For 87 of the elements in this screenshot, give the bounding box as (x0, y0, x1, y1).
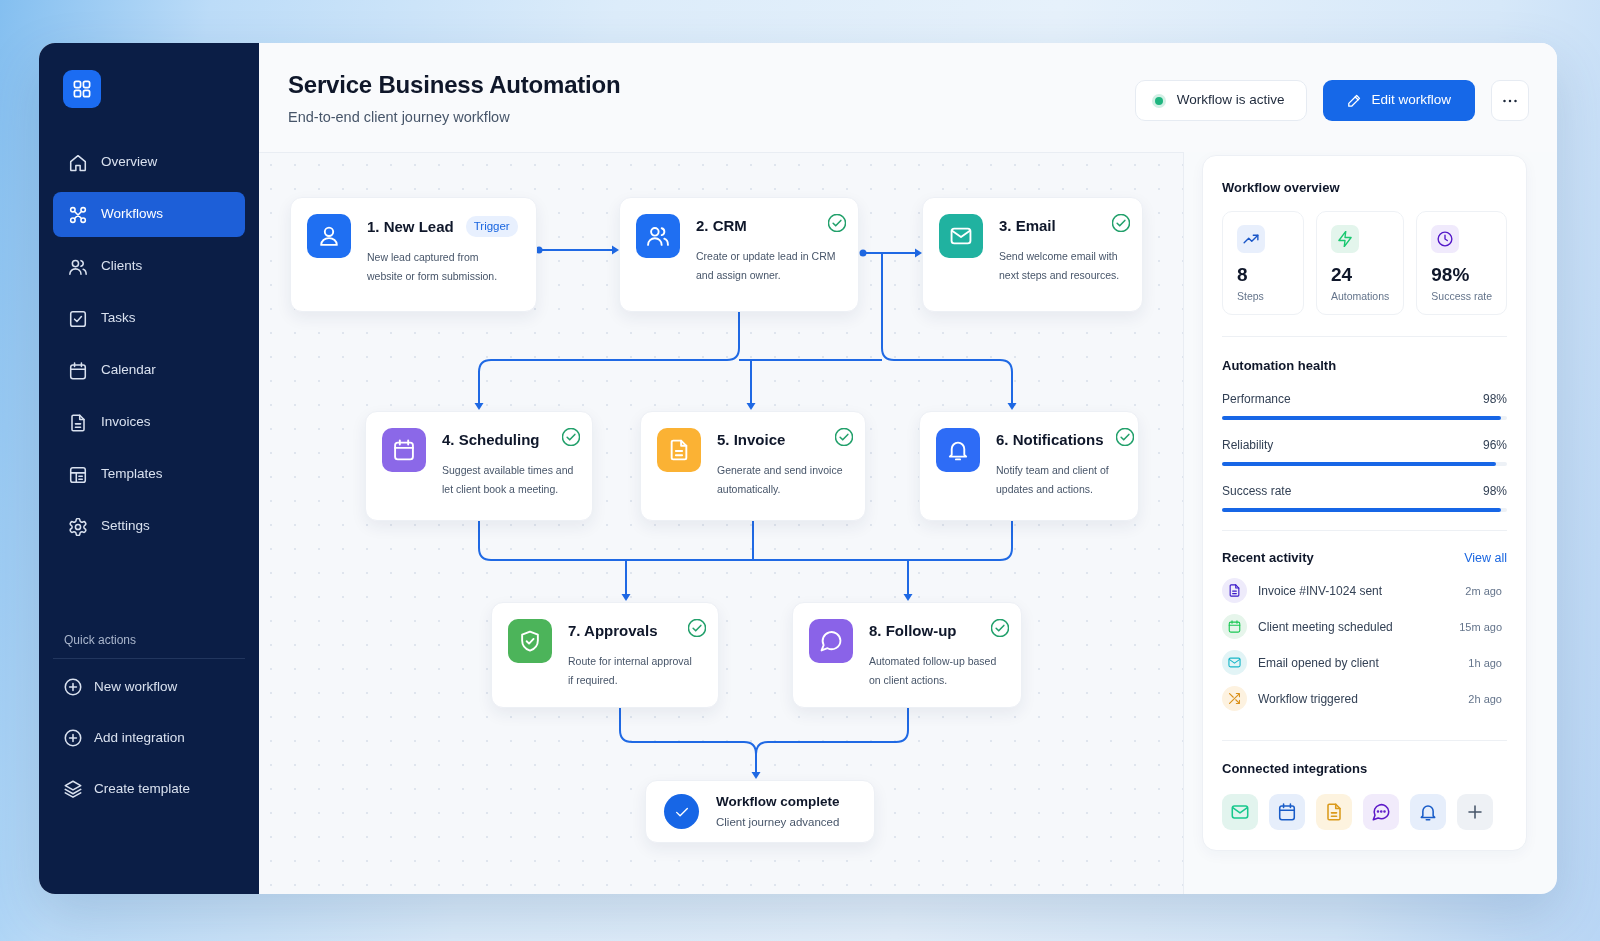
workflow-step-card[interactable]: 8. Follow-up Automated follow-up based on client actions. (792, 602, 1022, 708)
plus-circle-icon (64, 678, 82, 696)
sidebar-item[interactable]: Invoices (53, 400, 245, 445)
plus-circle-icon (64, 729, 82, 747)
sidebar-item[interactable]: Clients (53, 244, 245, 289)
calendar-icon[interactable] (1269, 793, 1305, 830)
pencil-icon (1347, 93, 1363, 108)
step-description: Create or update lead in CRM and assign owner. (696, 249, 836, 283)
sidebar-item[interactable]: Tasks (53, 296, 245, 341)
metric-label: Performance (1222, 391, 1291, 407)
quick-action-item[interactable]: Create template (53, 769, 245, 809)
activity-time: 2h ago (1468, 691, 1502, 707)
workflow-step-card[interactable]: 7. Approvals Route for internal approval if required. (491, 602, 719, 708)
bell-icon[interactable] (1410, 793, 1446, 830)
step-description: Notify team and client of updates and actions. (996, 463, 1109, 497)
stat-label: Automations (1330, 289, 1390, 303)
step-description: Automated follow-up based on client actions. (869, 654, 997, 688)
home-icon (69, 153, 87, 172)
workflow-step-card[interactable]: 5. Invoice Generate and send invoice automatically. (640, 411, 866, 521)
activity-time: 2m ago (1465, 583, 1502, 599)
step-description: Suggest available times and let client book a meeting. (442, 463, 574, 497)
layout-icon (69, 465, 87, 484)
step-title: 1. New Lead (367, 216, 454, 237)
grid-icon[interactable] (63, 70, 101, 108)
section-label: Quick actions (64, 632, 137, 648)
page-title: Service Business Automation (288, 70, 621, 100)
workflow-step-card[interactable]: 2. CRM Create or update lead in CRM and assign owner. (619, 197, 859, 312)
chat-bubble-icon[interactable] (1363, 793, 1399, 830)
step-description: Generate and send invoice automatically. (717, 463, 843, 497)
step-title: 3. Email (999, 216, 1056, 236)
check-icon (664, 794, 699, 829)
plus-icon[interactable] (1457, 793, 1493, 830)
sidebar-item[interactable]: Settings (53, 504, 245, 549)
metric-label: Success rate (1222, 483, 1292, 499)
status-text: Workflow is active (1176, 91, 1285, 110)
activity-time: 1h ago (1468, 655, 1502, 671)
stat-label: Steps (1237, 289, 1264, 303)
activity-text: Workflow triggered (1258, 690, 1358, 708)
completion-subtitle: Client journey advanced (716, 815, 840, 830)
checkbox-icon (69, 309, 87, 328)
activity-text: Invoice #INV-1024 sent (1258, 582, 1383, 600)
step-tag: Trigger (465, 216, 518, 237)
section-title: Automation health (1222, 358, 1337, 374)
metric-value: 96% (1482, 437, 1507, 453)
metric-value: 98% (1482, 391, 1507, 407)
stat-label: Success rate (1431, 289, 1492, 303)
completion-title: Workflow complete (716, 793, 840, 811)
page-subtitle: End-to-end client journey workflow (288, 108, 510, 127)
step-title: 2. CRM (696, 216, 747, 236)
section-title: Workflow overview (1222, 180, 1340, 196)
view-all-link[interactable]: View all (1464, 549, 1507, 568)
workflow-step-card[interactable]: 1. New Lead Trigger New lead captured from website or form submission. (290, 197, 537, 312)
users-icon (69, 257, 87, 276)
quick-action-item[interactable]: Add integration (53, 718, 245, 758)
section-title: Recent activity (1222, 550, 1314, 567)
settings-icon (69, 517, 87, 536)
step-title: 7. Approvals (568, 621, 658, 641)
step-title: 4. Scheduling (442, 430, 540, 450)
activity-text: Client meeting scheduled (1258, 618, 1393, 636)
edit-workflow-button[interactable]: Edit workflow (1323, 80, 1475, 121)
sidebar-item[interactable]: Overview (53, 140, 245, 185)
workflow-step-card[interactable]: 4. Scheduling Suggest available times and let client book a meeting. (365, 411, 593, 521)
sidebar-item[interactable]: Workflows (53, 192, 245, 237)
layers-icon (64, 780, 82, 798)
step-description: New lead captured from website or form submission. (367, 250, 498, 284)
step-title: 6. Notifications (996, 430, 1104, 450)
step-title: 5. Invoice (717, 430, 786, 450)
nodes-icon (69, 205, 87, 224)
workflow-step-card[interactable]: 3. Email Send welcome email with next steps and resources. (922, 197, 1143, 312)
activity-time: 15m ago (1459, 619, 1502, 635)
step-description: Send welcome email with next steps and resources. (999, 249, 1120, 283)
sidebar-item[interactable]: Templates (53, 452, 245, 497)
metric-value: 98% (1482, 483, 1507, 499)
metric-label: Reliability (1222, 437, 1274, 453)
stat-value: 98% (1431, 264, 1470, 286)
document-icon (69, 413, 87, 432)
activity-text: Email opened by client (1258, 654, 1379, 672)
step-description: Route for internal approval if required. (568, 654, 692, 688)
stat-value: 24 (1330, 264, 1353, 286)
section-title: Connected integrations (1222, 760, 1368, 777)
quick-action-item[interactable]: New workflow (53, 667, 245, 707)
sidebar-item[interactable]: Calendar (53, 348, 245, 393)
connector-line (752, 520, 754, 561)
workflow-step-card[interactable]: 6. Notifications Notify team and client of updates and actions. (919, 411, 1139, 521)
stat-value: 8 (1237, 264, 1248, 286)
step-title: 8. Follow-up (869, 621, 957, 641)
calendar-icon (69, 361, 87, 380)
